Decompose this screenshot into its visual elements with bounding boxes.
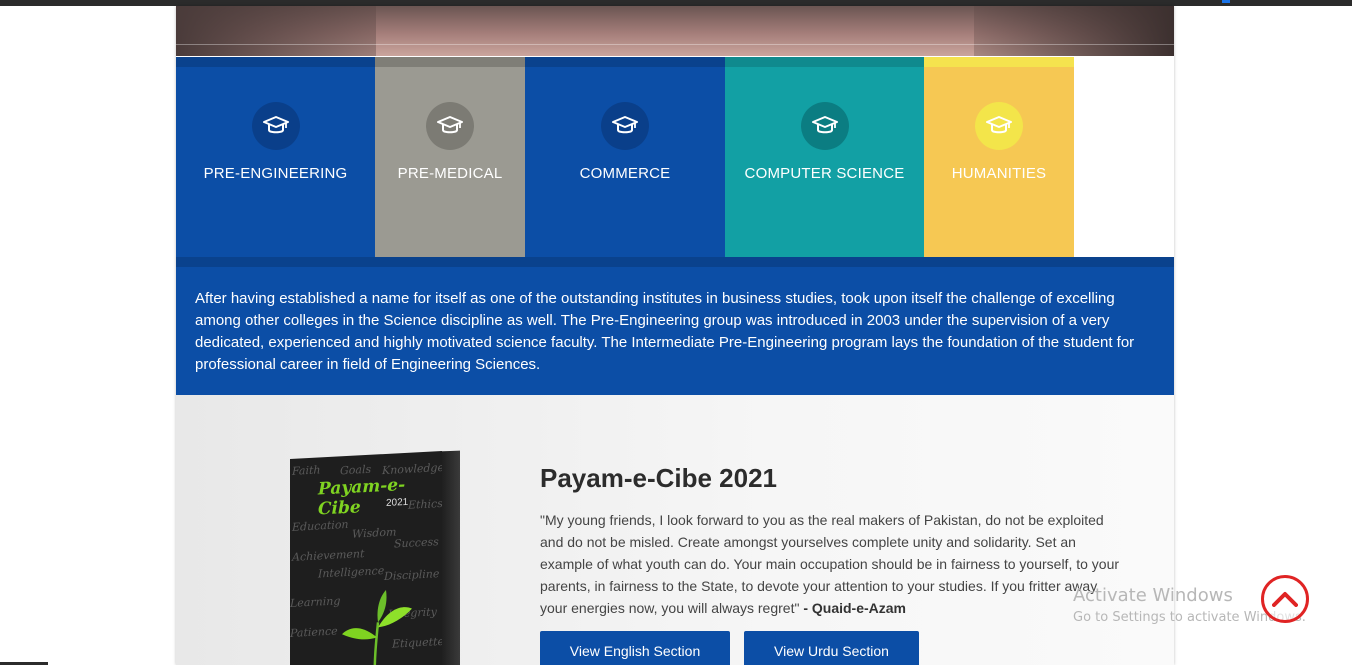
- description-text: After having established a name for itse…: [195, 290, 1135, 373]
- cover-word: Achievement: [292, 547, 365, 564]
- graduation-cap-icon: [426, 102, 474, 150]
- cover-year: 2021: [386, 496, 409, 509]
- tile-label: COMPUTER SCIENCE: [744, 165, 905, 182]
- graduation-cap-icon: [800, 102, 849, 150]
- tile-humanities[interactable]: HUMANITIES: [924, 57, 1074, 257]
- tile-pre-medical[interactable]: PRE-MEDICAL: [375, 57, 525, 257]
- cover-word: Intelligence: [318, 564, 385, 581]
- tile-label: PRE-MEDICAL: [397, 165, 503, 182]
- cover-word: Goals: [340, 462, 372, 478]
- magazine-cover-image[interactable]: Faith Goals Knowledge Ethics Education W…: [290, 445, 460, 665]
- chevron-up-icon: [1272, 592, 1298, 607]
- quote-author: - Quaid-e-Azam: [803, 600, 907, 616]
- magazine-heading: Payam-e-Cibe 2021: [540, 463, 778, 493]
- cover-word: Wisdom: [352, 525, 397, 541]
- tile-label: COMMERCE: [579, 165, 671, 182]
- magazine-section: Faith Goals Knowledge Ethics Education W…: [176, 395, 1174, 665]
- tile-computer-science[interactable]: COMPUTER SCIENCE: [725, 57, 924, 257]
- page-content: PRE-ENGINEERING PRE-MEDICAL COMMERCE COM…: [176, 6, 1174, 665]
- tile-pre-engineering[interactable]: PRE-ENGINEERING: [176, 57, 375, 257]
- hero-image: [176, 6, 1174, 56]
- program-description: After having established a name for itse…: [176, 257, 1174, 395]
- cover-title: Payam-e-Cibe: [318, 474, 406, 520]
- tile-commerce[interactable]: COMMERCE: [525, 57, 725, 257]
- scroll-to-top-button[interactable]: [1261, 575, 1309, 623]
- graduation-cap-icon: [975, 102, 1023, 150]
- view-urdu-section-button[interactable]: View Urdu Section: [744, 631, 919, 665]
- tile-label: PRE-ENGINEERING: [203, 165, 348, 182]
- graduation-cap-icon: [251, 102, 300, 150]
- quaid-quote: "My young friends, I look forward to you…: [540, 509, 1120, 619]
- graduation-cap-icon: [601, 102, 649, 150]
- cover-word: Education: [292, 517, 349, 534]
- cover-word: Faith: [292, 463, 321, 478]
- program-tiles: PRE-ENGINEERING PRE-MEDICAL COMMERCE COM…: [176, 57, 1174, 257]
- cover-word: Success: [394, 535, 439, 551]
- view-english-section-button[interactable]: View English Section: [540, 631, 730, 665]
- plant-illustration: [342, 589, 412, 665]
- tile-label: HUMANITIES: [951, 165, 1047, 182]
